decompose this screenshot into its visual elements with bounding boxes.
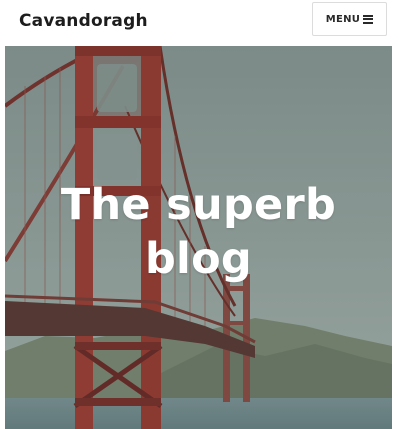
hamburger-icon	[363, 14, 374, 24]
site-header: Cavandoragh MENU	[0, 0, 399, 46]
site-title[interactable]: Cavandoragh	[19, 8, 148, 34]
menu-button[interactable]: MENU	[312, 2, 387, 36]
menu-label: MENU	[325, 13, 361, 25]
hero-banner: The superb blog	[5, 46, 392, 429]
hero-title: The superb blog	[60, 180, 337, 284]
